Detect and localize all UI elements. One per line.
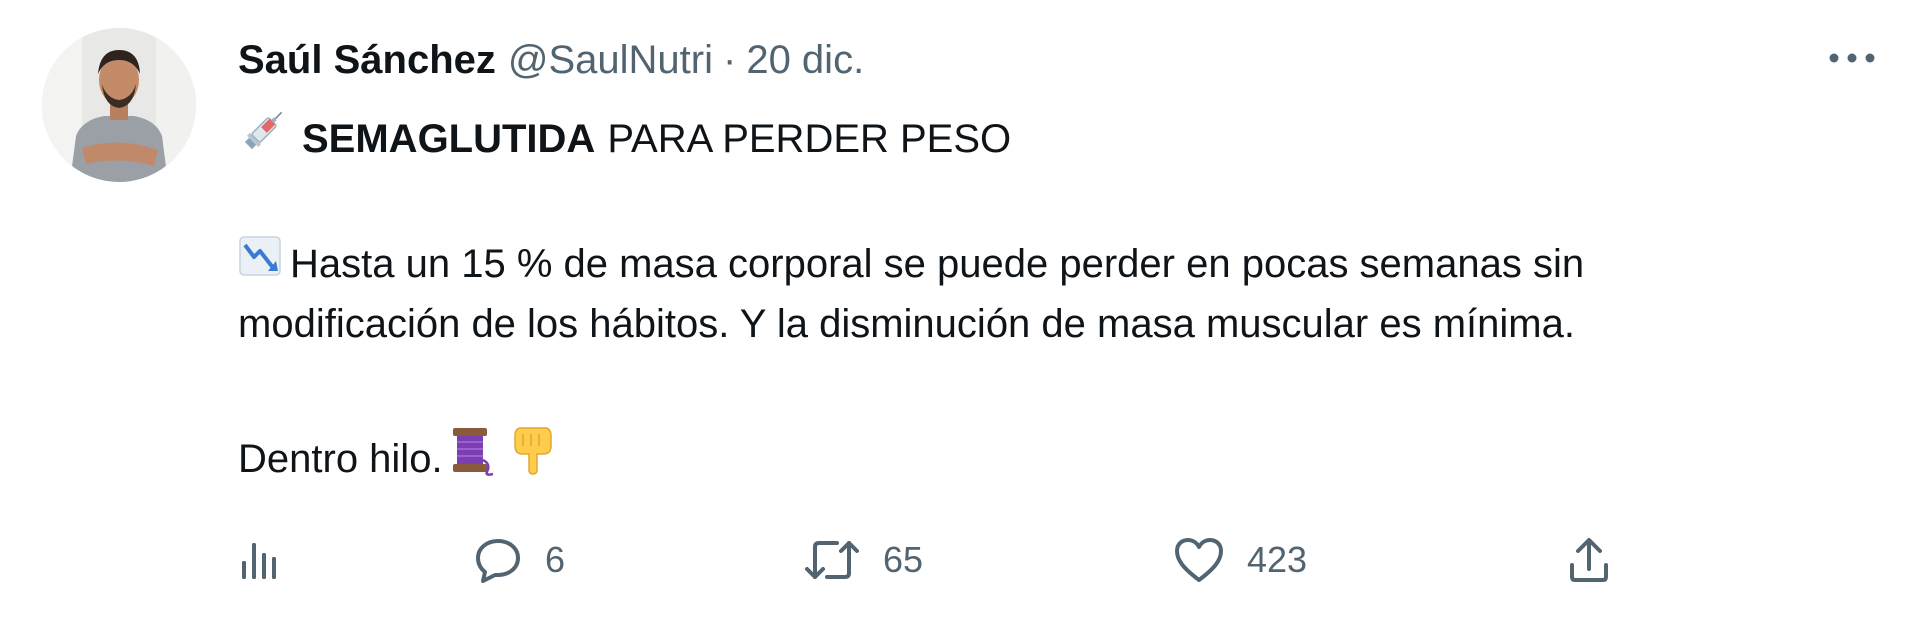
headline-rest: PARA PERDER PESO	[607, 116, 1012, 161]
syringe-icon	[238, 104, 290, 173]
share-icon	[1566, 535, 1612, 585]
paragraph-line-2: modificación de los hábitos. Y la dismin…	[238, 302, 1575, 346]
more-icon	[1828, 51, 1876, 69]
reply-icon	[473, 535, 523, 585]
pointing-down-icon	[511, 424, 555, 493]
tweet-date[interactable]: 20 dic.	[746, 38, 864, 83]
paragraph-line-1: Hasta un 15 % de masa corporal se puede …	[290, 242, 1585, 286]
views-button[interactable]	[238, 530, 284, 590]
bar-chart-icon	[238, 537, 284, 583]
more-options-button[interactable]	[1822, 40, 1882, 80]
like-button[interactable]: 423	[1173, 530, 1307, 590]
tweet-actions: 6 65 423	[238, 530, 1618, 590]
display-name[interactable]: Saúl Sánchez	[238, 38, 496, 83]
thread-spool-icon	[447, 424, 497, 493]
tweet-card: Saúl Sánchez @SaulNutri · 20 dic. SEMAGL…	[0, 0, 1932, 620]
retweet-button[interactable]: 65	[803, 530, 923, 590]
tweet-thread-line: Dentro hilo.	[238, 424, 1878, 493]
heart-icon	[1173, 536, 1225, 584]
tweet-paragraph: Hasta un 15 % de masa corporal se puede …	[238, 234, 1878, 354]
chart-decreasing-icon	[238, 233, 284, 296]
retweet-count: 65	[883, 539, 924, 580]
avatar[interactable]	[42, 28, 196, 182]
share-button[interactable]	[1566, 530, 1612, 590]
like-count: 423	[1247, 539, 1308, 580]
thread-text: Dentro hilo.	[238, 436, 443, 481]
user-handle[interactable]: @SaulNutri	[508, 38, 713, 83]
retweet-icon	[803, 537, 861, 583]
tweet-headline: SEMAGLUTIDA PARA PERDER PESO	[238, 104, 1878, 173]
headline-bold: SEMAGLUTIDA	[302, 116, 596, 161]
separator-dot: ·	[723, 37, 737, 82]
reply-count: 6	[545, 539, 566, 580]
tweet-header: Saúl Sánchez @SaulNutri · 20 dic.	[238, 34, 864, 86]
reply-button[interactable]: 6	[473, 530, 565, 590]
